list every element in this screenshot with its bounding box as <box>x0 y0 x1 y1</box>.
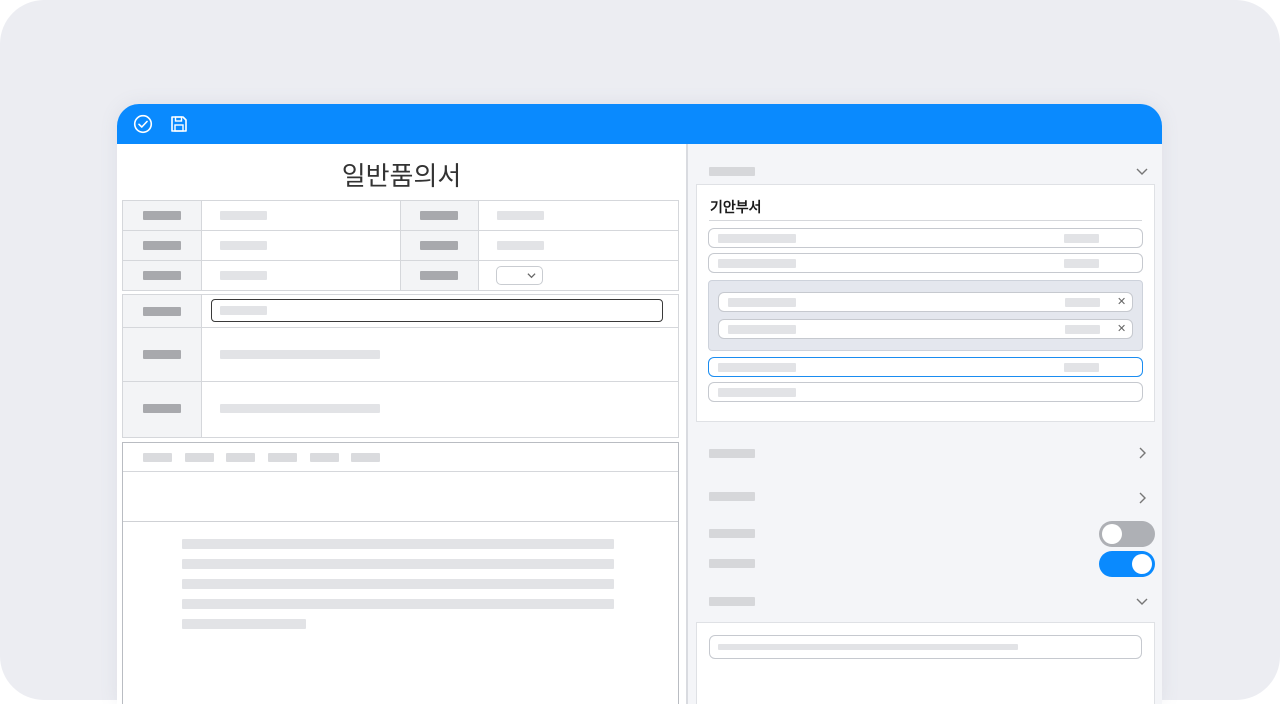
field-value <box>220 271 267 280</box>
editor-toolbar-button[interactable] <box>143 453 172 462</box>
toggle-label <box>709 559 755 568</box>
document-editor: 일반품의서 <box>117 144 686 704</box>
field-value <box>220 211 267 220</box>
field-value <box>220 404 380 413</box>
department-panel: 기안부서 ✕ ✕ <box>696 184 1155 422</box>
toggle-label <box>709 529 755 538</box>
field-label <box>143 350 181 359</box>
department-option-active[interactable] <box>708 357 1143 377</box>
select-dropdown[interactable] <box>496 266 543 285</box>
app-window: 일반품의서 기안부서 ✕ ✕ <box>117 104 1162 704</box>
text-line <box>182 539 614 549</box>
section-header-label[interactable] <box>709 167 755 176</box>
section-header-label[interactable] <box>709 597 755 606</box>
title-input[interactable] <box>211 299 663 322</box>
field-label <box>143 404 181 413</box>
text-line <box>182 599 614 609</box>
department-option[interactable] <box>708 228 1143 248</box>
text-line <box>182 559 614 569</box>
field-value <box>220 241 267 250</box>
save-icon[interactable] <box>169 114 189 134</box>
content-editor[interactable] <box>122 442 679 704</box>
field-value <box>497 211 544 220</box>
panel-title: 기안부서 <box>710 200 762 216</box>
chevron-right-icon[interactable] <box>1134 445 1150 461</box>
department-option[interactable] <box>708 382 1143 402</box>
department-option[interactable] <box>708 253 1143 273</box>
toggle-switch-on[interactable] <box>1099 551 1155 577</box>
field-value <box>220 350 380 359</box>
text-line <box>182 579 614 589</box>
editor-toolbar-button[interactable] <box>351 453 380 462</box>
field-label <box>420 241 458 250</box>
top-toolbar <box>117 104 1162 144</box>
editor-toolbar-button[interactable] <box>226 453 255 462</box>
selected-item[interactable]: ✕ <box>718 292 1133 312</box>
editor-toolbar-button[interactable] <box>268 453 297 462</box>
check-circle-icon[interactable] <box>133 114 153 134</box>
field-value <box>497 241 544 250</box>
document-title: 일반품의서 <box>341 162 462 192</box>
chevron-down-icon <box>527 273 536 279</box>
chevron-right-icon[interactable] <box>1134 490 1150 506</box>
close-icon[interactable]: ✕ <box>1117 296 1126 308</box>
field-label <box>143 211 181 220</box>
field-label <box>420 211 458 220</box>
side-panel: 기안부서 ✕ ✕ <box>688 144 1162 704</box>
toggle-switch-off[interactable] <box>1099 521 1155 547</box>
input-field[interactable] <box>709 635 1142 659</box>
section-header-label[interactable] <box>709 449 755 458</box>
expanded-panel <box>696 622 1155 704</box>
selected-group: ✕ ✕ <box>708 280 1143 351</box>
chevron-down-icon[interactable] <box>1134 593 1150 609</box>
detail-table <box>122 294 679 438</box>
field-label <box>143 307 181 316</box>
editor-toolbar-button[interactable] <box>185 453 214 462</box>
info-table <box>122 200 679 291</box>
field-label <box>143 271 181 280</box>
chevron-down-icon[interactable] <box>1134 163 1150 179</box>
section-header-label[interactable] <box>709 492 755 501</box>
editor-toolbar-button[interactable] <box>310 453 339 462</box>
selected-item[interactable]: ✕ <box>718 319 1133 339</box>
field-label <box>420 271 458 280</box>
field-label <box>143 241 181 250</box>
close-icon[interactable]: ✕ <box>1117 323 1126 335</box>
text-line <box>182 619 306 629</box>
